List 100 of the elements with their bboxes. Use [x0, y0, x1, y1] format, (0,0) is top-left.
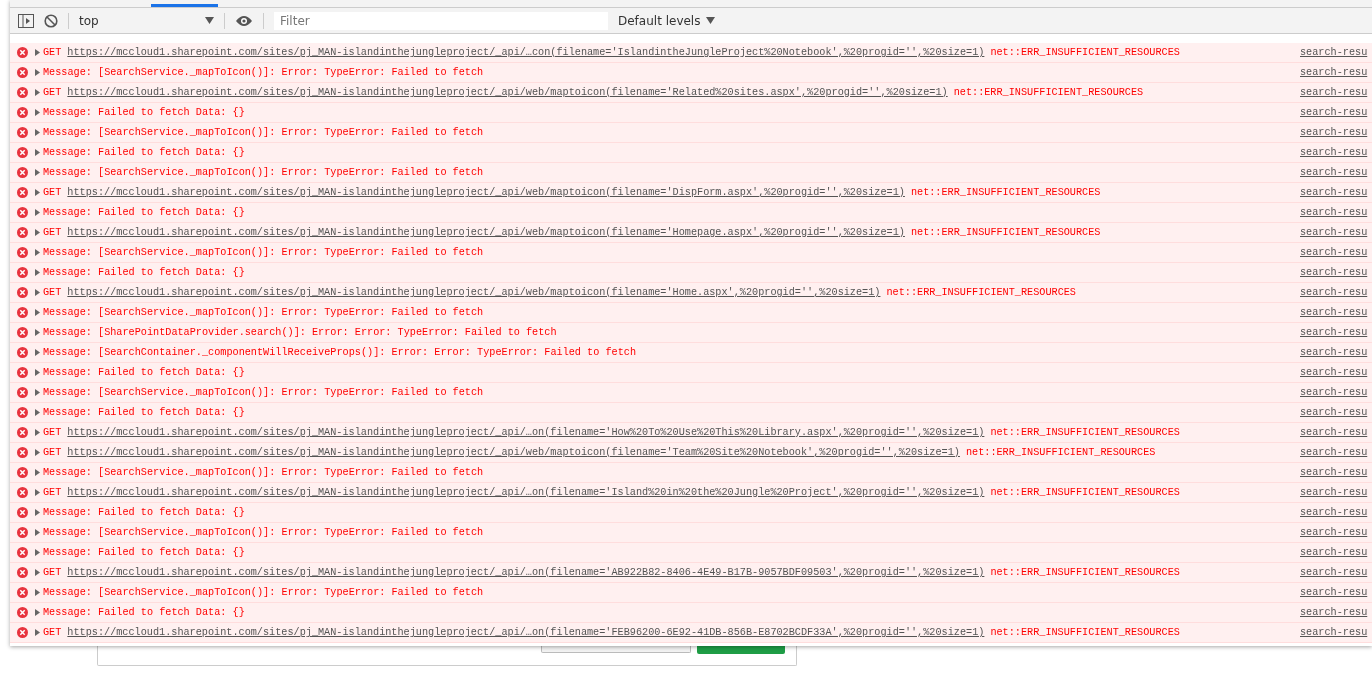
error-code: net::ERR_INSUFFICIENT_RESOURCES	[910, 187, 1101, 198]
expand-arrow-icon[interactable]	[35, 269, 40, 276]
request-url-link[interactable]: https://mccloud1.sharepoint.com/sites/pj_MAN-islandinthejungleproject/_api/web/maptoicon(filename='Home.aspx',%20progid='',%20size=1)	[67, 287, 881, 298]
source-link[interactable]: search-resu	[1300, 307, 1372, 318]
context-select[interactable]: top	[79, 13, 214, 28]
source-link[interactable]: search-resu	[1300, 187, 1372, 198]
error-icon	[17, 387, 28, 398]
expand-arrow-icon[interactable]	[35, 529, 40, 536]
source-link[interactable]: search-resu	[1300, 427, 1372, 438]
source-link[interactable]: search-resu	[1300, 627, 1372, 638]
expand-arrow-icon[interactable]	[35, 229, 40, 236]
source-link[interactable]: search-resu	[1300, 607, 1372, 618]
levels-dropdown[interactable]: Default levels	[618, 13, 716, 28]
expand-arrow-icon[interactable]	[35, 309, 40, 316]
source-link[interactable]: search-resu	[1300, 547, 1372, 558]
error-code: net::ERR_INSUFFICIENT_RESOURCES	[990, 567, 1180, 578]
filter-field[interactable]: Filter	[274, 11, 608, 30]
expand-arrow-icon[interactable]	[35, 249, 40, 256]
request-url-link[interactable]: https://mccloud1.sharepoint.com/sites/pj_MAN-islandinthejungleproject/_api/web/maptoicon(filename='Team%20Site%20Notebook',%20progid='',%20size=1)	[67, 447, 960, 458]
expand-arrow-icon[interactable]	[35, 169, 40, 176]
expand-arrow-icon[interactable]	[35, 589, 40, 596]
expand-arrow-icon[interactable]	[35, 329, 40, 336]
expand-arrow-icon[interactable]	[35, 49, 40, 56]
expand-arrow-icon[interactable]	[35, 489, 40, 496]
request-url-link[interactable]: https://mccloud1.sharepoint.com/sites/pj_MAN-islandinthejungleproject/_api/…on(filename='AB922B82-8406-4E49-B17B-9057BDF09503',%20progid='',%20size=1)	[67, 567, 985, 578]
expand-arrow-icon[interactable]	[35, 149, 40, 156]
error-message: Message: [SearchService._mapToIcon()]: Error: TypeError: Failed to fetch	[43, 247, 484, 258]
expand-arrow-icon[interactable]	[35, 349, 40, 356]
error-code: net::ERR_INSUFFICIENT_RESOURCES	[990, 47, 1180, 58]
source-link[interactable]: search-resu	[1300, 507, 1372, 518]
error-icon	[17, 607, 28, 618]
source-link[interactable]: search-resu	[1300, 387, 1372, 398]
request-method: GET	[43, 287, 62, 298]
error-message: Message: [SearchService._mapToIcon()]: Error: TypeError: Failed to fetch	[43, 127, 484, 138]
request-method: GET	[43, 487, 62, 498]
error-message: Message: Failed to fetch Data: {}	[43, 547, 245, 558]
expand-arrow-icon[interactable]	[35, 509, 40, 516]
expand-arrow-icon[interactable]	[35, 469, 40, 476]
source-link[interactable]: search-resu	[1300, 367, 1372, 378]
request-url-link[interactable]: https://mccloud1.sharepoint.com/sites/pj_MAN-islandinthejungleproject/_api/…on(filename='FEB96200-6E92-41DB-856B-E8702BCDF33A',%20progid='',%20size=1)	[67, 627, 985, 638]
source-link[interactable]: search-resu	[1300, 47, 1372, 58]
request-url-link[interactable]: https://mccloud1.sharepoint.com/sites/pj_MAN-islandinthejungleproject/_api/…on(filename='How%20To%20Use%20This%20Library.aspx',%20progid='',%20size=1)	[67, 427, 985, 438]
expand-arrow-icon[interactable]	[35, 109, 40, 116]
error-code: net::ERR_INSUFFICIENT_RESOURCES	[990, 487, 1180, 498]
source-link[interactable]: search-resu	[1300, 87, 1372, 98]
source-link[interactable]: search-resu	[1300, 587, 1372, 598]
source-link[interactable]: search-resu	[1300, 527, 1372, 538]
expand-arrow-icon[interactable]	[35, 549, 40, 556]
source-link[interactable]: search-resu	[1300, 207, 1372, 218]
expand-arrow-icon[interactable]	[35, 389, 40, 396]
expand-arrow-icon[interactable]	[35, 569, 40, 576]
error-message: Message: Failed to fetch Data: {}	[43, 507, 245, 518]
eye-icon[interactable]	[235, 14, 253, 27]
error-icon	[17, 507, 28, 518]
source-link[interactable]: search-resu	[1300, 127, 1372, 138]
expand-arrow-icon[interactable]	[35, 209, 40, 216]
source-link[interactable]: search-resu	[1300, 347, 1372, 358]
request-method: GET	[43, 187, 62, 198]
source-link[interactable]: search-resu	[1300, 67, 1372, 78]
source-link[interactable]: search-resu	[1300, 107, 1372, 118]
expand-arrow-icon[interactable]	[35, 409, 40, 416]
error-message: Message: Failed to fetch Data: {}	[43, 147, 245, 158]
clear-console-icon[interactable]	[44, 13, 58, 28]
expand-arrow-icon[interactable]	[35, 369, 40, 376]
expand-arrow-icon[interactable]	[35, 89, 40, 96]
source-link[interactable]: search-resu	[1300, 147, 1372, 158]
request-url-link[interactable]: https://mccloud1.sharepoint.com/sites/pj_MAN-islandinthejungleproject/_api/…con(filename='IslandintheJungleProject%20Notebook',%20progid='',%20size=1)	[67, 47, 985, 58]
source-link[interactable]: search-resu	[1300, 407, 1372, 418]
sidebar-toggle-icon[interactable]	[18, 13, 34, 28]
expand-arrow-icon[interactable]	[35, 629, 40, 636]
tab-indicator	[151, 4, 218, 7]
source-link[interactable]: search-resu	[1300, 487, 1372, 498]
expand-arrow-icon[interactable]	[35, 429, 40, 436]
expand-arrow-icon[interactable]	[35, 289, 40, 296]
error-message: Message: Failed to fetch Data: {}	[43, 407, 245, 418]
expand-arrow-icon[interactable]	[35, 189, 40, 196]
source-link[interactable]: search-resu	[1300, 227, 1372, 238]
expand-arrow-icon[interactable]	[35, 69, 40, 76]
error-icon	[17, 327, 28, 338]
source-link[interactable]: search-resu	[1300, 287, 1372, 298]
request-url-link[interactable]: https://mccloud1.sharepoint.com/sites/pj_MAN-islandinthejungleproject/_api/…on(filename='Island%20in%20the%20Jungle%20Project',%20progid='',%20size=1)	[67, 487, 985, 498]
expand-arrow-icon[interactable]	[35, 449, 40, 456]
error-icon	[17, 167, 28, 178]
source-link[interactable]: search-resu	[1300, 247, 1372, 258]
request-url-link[interactable]: https://mccloud1.sharepoint.com/sites/pj_MAN-islandinthejungleproject/_api/web/maptoicon(filename='DispForm.aspx',%20progid='',%20size=1)	[67, 187, 905, 198]
source-link[interactable]: search-resu	[1300, 447, 1372, 458]
error-icon	[17, 347, 28, 358]
error-icon	[17, 47, 28, 58]
expand-arrow-icon[interactable]	[35, 609, 40, 616]
error-code: net::ERR_INSUFFICIENT_RESOURCES	[886, 287, 1076, 298]
request-url-link[interactable]: https://mccloud1.sharepoint.com/sites/pj_MAN-islandinthejungleproject/_api/web/maptoicon(filename='Related%20sites.aspx',%20progid='',%20size=1)	[67, 87, 948, 98]
error-code: net::ERR_INSUFFICIENT_RESOURCES	[953, 87, 1144, 98]
expand-arrow-icon[interactable]	[35, 129, 40, 136]
source-link[interactable]: search-resu	[1300, 467, 1372, 478]
request-method: GET	[43, 567, 62, 578]
request-url-link[interactable]: https://mccloud1.sharepoint.com/sites/pj_MAN-islandinthejungleproject/_api/web/maptoicon(filename='Homepage.aspx',%20progid='',%20size=1)	[67, 227, 905, 238]
source-link[interactable]: search-resu	[1300, 167, 1372, 178]
source-link[interactable]: search-resu	[1300, 267, 1372, 278]
source-link[interactable]: search-resu	[1300, 327, 1372, 338]
source-link[interactable]: search-resu	[1300, 567, 1372, 578]
